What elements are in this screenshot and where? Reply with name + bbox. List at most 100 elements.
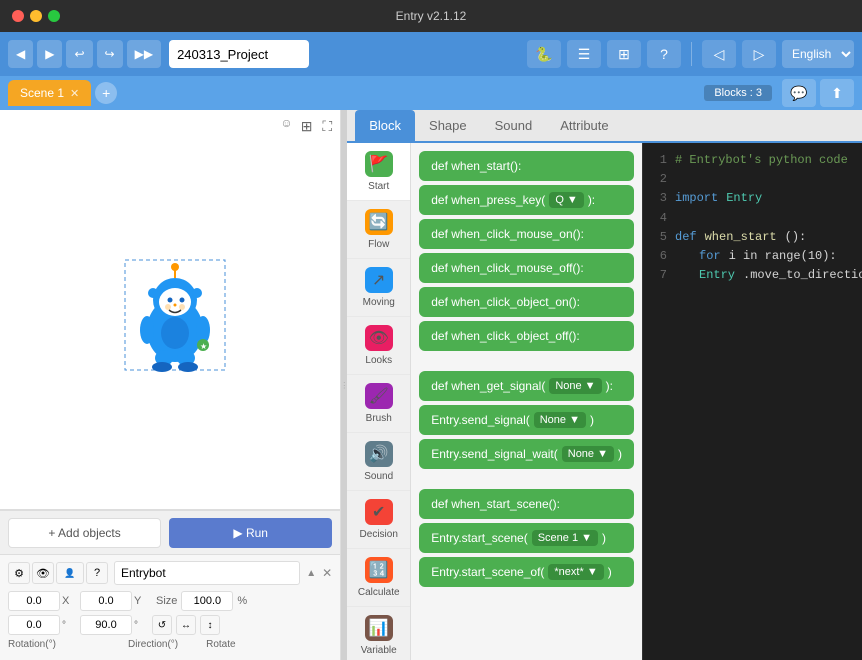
block-press-key-suffix: ): (588, 193, 595, 207)
tab-attribute[interactable]: Attribute (546, 110, 622, 143)
cat-calculate[interactable]: 🔢 Calculate (347, 549, 410, 607)
props-icon-eye[interactable]: 👁 (32, 562, 54, 584)
tab-shape[interactable]: Shape (415, 110, 481, 143)
block-get-signal[interactable]: def when_get_signal( None ▼ ): (419, 371, 634, 401)
undo-history-btn[interactable]: ◁ (702, 40, 736, 68)
main-content: ☺ ⊞ ⛶ (0, 110, 862, 660)
rotation-unit: ° (62, 620, 76, 631)
size-input[interactable] (181, 591, 233, 611)
start-scene-dropdown[interactable]: Scene 1 ▼ (532, 530, 598, 546)
blocks-icon-btn[interactable]: ☰ (567, 40, 601, 68)
send-signal-dropdown[interactable]: None ▼ (534, 412, 586, 428)
nav-forward-btn[interactable]: ▶ (37, 40, 62, 68)
chat-icon-btn[interactable]: 💬 (782, 79, 816, 107)
cat-moving-icon: ↗ (365, 267, 393, 293)
block-when-start-scene[interactable]: def when_start_scene(): (419, 489, 634, 519)
block-click-mouse-on[interactable]: def when_click_mouse_on(): (419, 219, 634, 249)
cat-sound[interactable]: 🔊 Sound (347, 433, 410, 491)
block-send-signal-suffix: ) (590, 413, 594, 427)
start-scene-of-dropdown[interactable]: *next* ▼ (548, 564, 603, 580)
collapse-btn[interactable]: ▲ (306, 568, 316, 579)
cat-decision[interactable]: ✔ Decision (347, 491, 410, 549)
x-field: X (8, 591, 76, 611)
nav-back-btn[interactable]: ◀ (8, 40, 33, 68)
props-icons: ⚙ 👁 👤 ? (8, 562, 108, 584)
cat-brush[interactable]: 🖌 Brush (347, 375, 410, 433)
block-send-signal[interactable]: Entry.send_signal( None ▼ ) (419, 405, 634, 435)
block-start-scene-of[interactable]: Entry.start_scene_of( *next* ▼ ) (419, 557, 634, 587)
character-name-input[interactable] (114, 561, 300, 585)
add-objects-btn[interactable]: + Add objects (8, 518, 161, 548)
cat-moving[interactable]: ↗ Moving (347, 259, 410, 317)
props-icon-gear[interactable]: ⚙ (8, 562, 30, 584)
grid-btn[interactable]: ⊞ (299, 116, 315, 137)
block-send-signal-wait-suffix: ) (618, 447, 622, 461)
refresh-direction-btn[interactable]: ↺ (152, 615, 172, 635)
get-signal-dropdown[interactable]: None ▼ (549, 378, 601, 394)
props-icon-char[interactable]: 👤 (56, 562, 84, 584)
block-click-object-on[interactable]: def when_click_object_on(): (419, 287, 634, 317)
size-unit: % (237, 595, 247, 607)
code-line-4: 4 (651, 209, 854, 228)
block-start-scene[interactable]: Entry.start_scene( Scene 1 ▼ ) (419, 523, 634, 553)
canvas-area[interactable]: ☺ ⊞ ⛶ (0, 110, 340, 510)
props-row-2: ° ° ↺ ↔ ↕ (8, 615, 332, 635)
language-select[interactable]: English (782, 40, 854, 68)
category-sidebar: 🚩 Start 🔄 Flow ↗ Moving 👁 Looks 🖌 (347, 143, 411, 660)
x-input[interactable] (8, 591, 60, 611)
blocks-workspace: def when_start(): def when_press_key( Q … (411, 143, 642, 660)
cat-start[interactable]: 🚩 Start (347, 143, 410, 201)
scene-tab-1[interactable]: Scene 1 ✕ (8, 80, 91, 106)
line-num-1: 1 (651, 151, 667, 170)
undo-btn[interactable]: ↩ (66, 40, 92, 68)
code-line-3: 3 import Entry (651, 189, 854, 208)
code-line-2: 2 (651, 170, 854, 189)
props-row-labels: Rotation(°) Direction(°) Rotate (8, 639, 332, 650)
expand-btn[interactable]: ⛶ (320, 116, 334, 137)
tab-sound[interactable]: Sound (481, 110, 547, 143)
help-icon-btn[interactable]: ? (647, 40, 681, 68)
share-icon-btn[interactable]: ⬆ (820, 79, 854, 107)
flip-h-btn[interactable]: ↔ (176, 615, 196, 635)
code-line-1: 1 # Entrybot's python code (651, 151, 854, 170)
tab-block[interactable]: Block (355, 110, 415, 143)
close-btn[interactable] (12, 10, 24, 22)
block-click-mouse-off[interactable]: def when_click_mouse_off(): (419, 253, 634, 283)
redo-history-btn[interactable]: ▷ (742, 40, 776, 68)
block-send-signal-wait[interactable]: Entry.send_signal_wait( None ▼ ) (419, 439, 634, 469)
cat-looks-label: Looks (365, 355, 392, 366)
cat-flow[interactable]: 🔄 Flow (347, 201, 410, 259)
block-when-start[interactable]: def when_start(): (419, 151, 634, 181)
direction-input[interactable] (80, 615, 132, 635)
cat-looks[interactable]: 👁 Looks (347, 317, 410, 375)
props-icon-help[interactable]: ? (86, 562, 108, 584)
press-key-dropdown[interactable]: Q ▼ (549, 192, 584, 208)
maximize-btn[interactable] (48, 10, 60, 22)
block-when-press-key[interactable]: def when_press_key( Q ▼ ): (419, 185, 634, 215)
play-btn[interactable]: ▶▶ (127, 40, 161, 68)
close-props-btn[interactable]: ✕ (322, 566, 332, 580)
minimize-btn[interactable] (30, 10, 42, 22)
scene-tab-close[interactable]: ✕ (70, 87, 79, 100)
line-num-7: 7 (651, 266, 667, 304)
line-num-2: 2 (651, 170, 667, 189)
y-input[interactable] (80, 591, 132, 611)
rotation-input[interactable] (8, 615, 60, 635)
toolbar-right: 🐍 ☰ ⊞ ? ◁ ▷ English (527, 40, 854, 68)
scene-tabs-bar: Scene 1 ✕ + Blocks : 3 💬 ⬆ (0, 76, 862, 110)
code-line-7: 7 Entry .move_to_direction(10) (651, 266, 854, 304)
flip-v-btn[interactable]: ↕ (200, 615, 220, 635)
python-icon-btn[interactable]: 🐍 (527, 40, 561, 68)
project-name-input[interactable] (169, 40, 309, 68)
layout-icon-btn[interactable]: ⊞ (607, 40, 641, 68)
redo-btn[interactable]: ↪ (97, 40, 123, 68)
run-btn[interactable]: ▶ Run (169, 518, 332, 548)
block-area: 🚩 Start 🔄 Flow ↗ Moving 👁 Looks 🖌 (347, 143, 862, 660)
cat-variable[interactable]: 📊 Variable (347, 607, 410, 660)
block-when-start-text: def when_start(): (431, 159, 521, 173)
send-signal-wait-dropdown[interactable]: None ▼ (562, 446, 614, 462)
block-click-object-off[interactable]: def when_click_object_off(): (419, 321, 634, 351)
cat-moving-label: Moving (363, 297, 395, 308)
main-toolbar: ◀ ▶ ↩ ↪ ▶▶ 🐍 ☰ ⊞ ? ◁ ▷ English (0, 32, 862, 76)
add-scene-btn[interactable]: + (95, 82, 117, 104)
